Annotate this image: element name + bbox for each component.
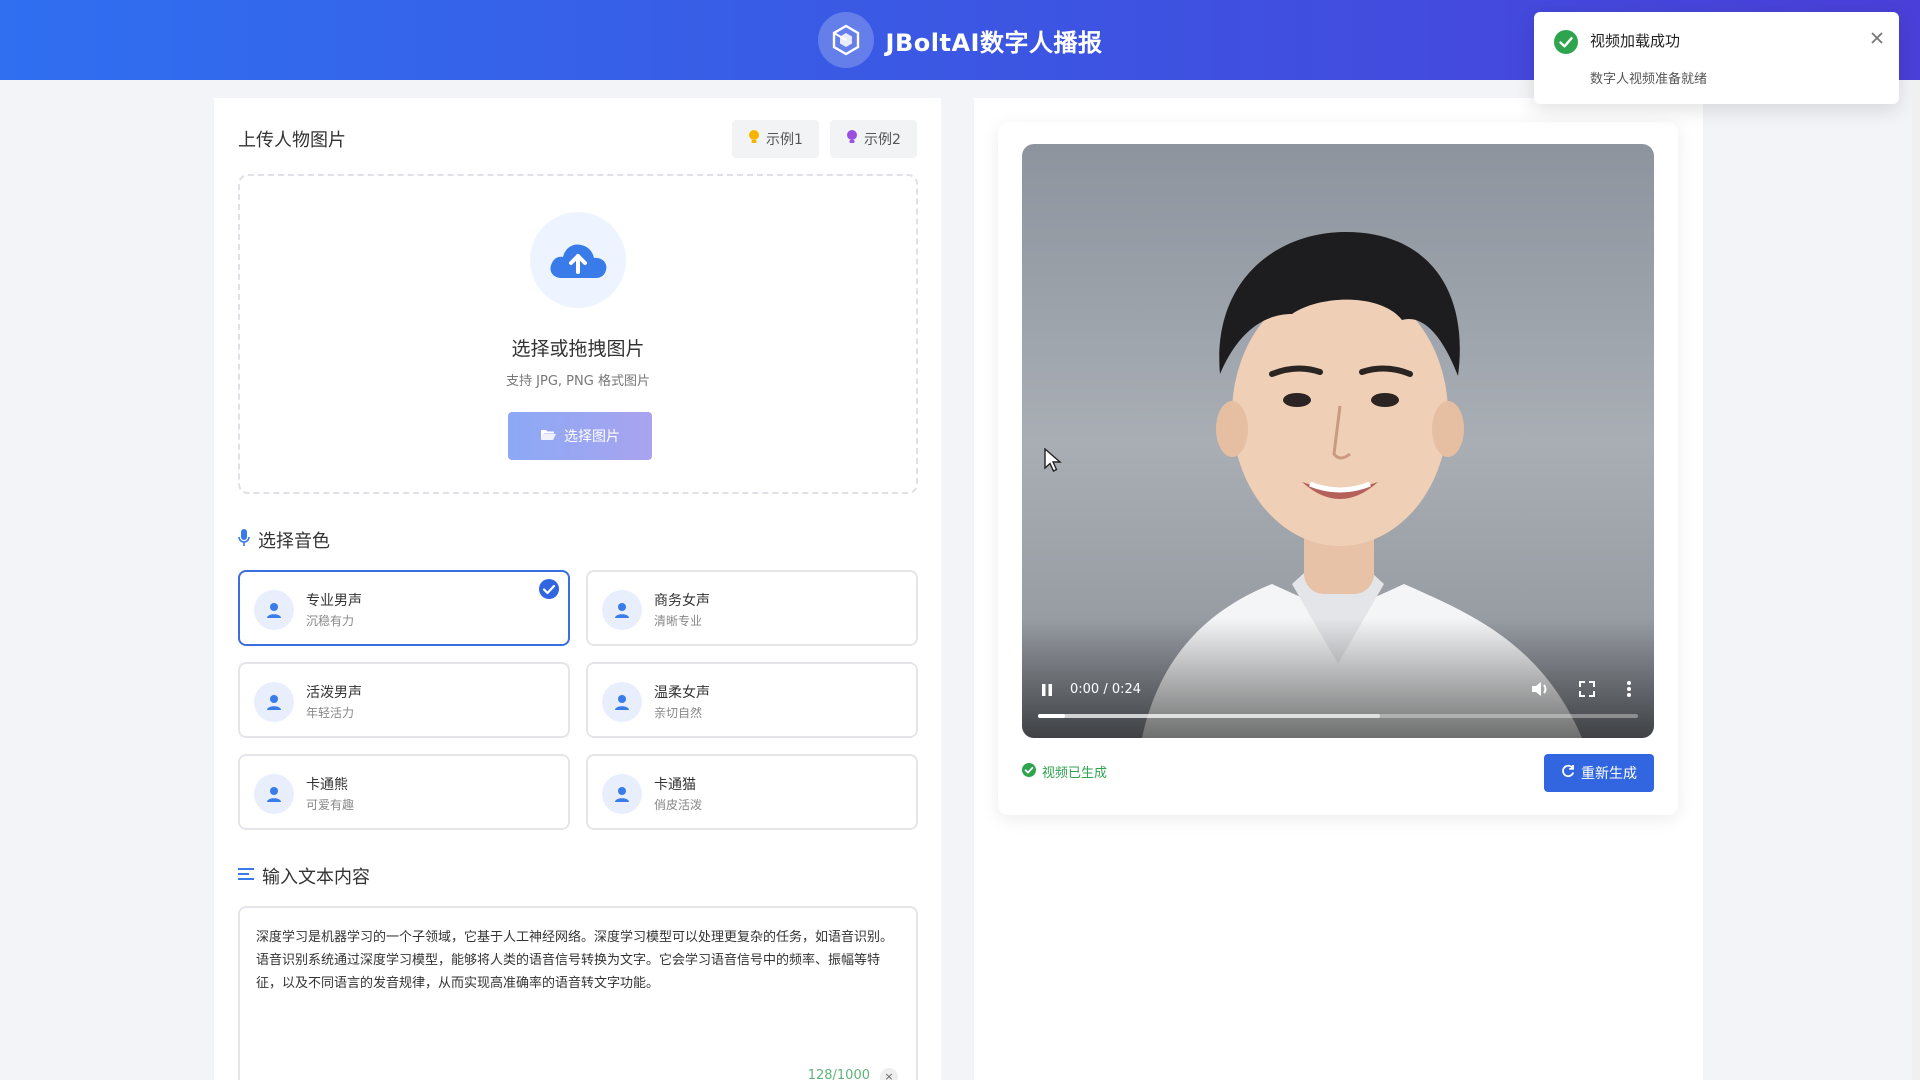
voice-desc: 可爱有趣 [306,798,355,812]
user-icon [254,590,294,630]
refresh-icon [1561,764,1575,782]
volume-icon[interactable] [1530,680,1550,702]
voice-name: 专业男声 [306,593,362,609]
dropzone-title: 选择或拖拽图片 [511,338,645,360]
status-text: 视频已生成 [1042,766,1108,781]
user-icon [602,774,642,814]
voice-desc: 亲切自然 [654,706,703,720]
voice-name: 卡通熊 [306,777,348,793]
video-player[interactable]: 0:00 / 0:24 [1022,144,1654,738]
example2-label: 示例2 [864,132,901,148]
voice-section-title: 选择音色 [238,527,330,553]
broadcast-text-area[interactable]: 深度学习是机器学习的一个子领域，它基于人工神经网络。深度学习模型可以处理更复杂的… [238,906,918,1080]
video-buffer-bar [1038,714,1380,718]
cube-logo-icon [817,12,874,68]
voice-option-lively-male[interactable]: 活泼男声 年轻活力 [238,662,570,738]
user-icon [254,774,294,814]
lightbulb-icon [748,129,760,149]
voice-option-cartoon-cat[interactable]: 卡通猫 俏皮活泼 [586,754,918,830]
cloud-upload-icon [530,212,626,308]
user-icon [602,682,642,722]
check-circle-icon [1022,762,1036,781]
page-scrollbar[interactable] [1912,80,1920,1080]
check-circle-icon [1554,30,1578,54]
brand: JBoltAI数字人播报 [817,12,1103,68]
example1-label: 示例1 [766,132,803,148]
controls-overlay [1022,618,1654,738]
voice-option-gentle-female[interactable]: 温柔女声 亲切自然 [586,662,918,738]
video-time: 0:00 / 0:24 [1070,682,1142,697]
align-left-icon [238,866,254,887]
voice-option-professional-male[interactable]: 专业男声 沉稳有力 [238,570,570,646]
voice-name: 商务女声 [654,593,710,609]
regenerate-button[interactable]: 重新生成 [1544,754,1654,792]
app-title: JBoltAI数字人播报 [885,28,1103,57]
select-image-button[interactable]: 选择图片 [508,412,652,460]
more-vertical-icon[interactable] [1626,680,1632,702]
mouse-cursor [1044,447,1062,474]
voice-desc: 清晰专业 [654,614,703,628]
broadcast-text: 深度学习是机器学习的一个子领域，它基于人工神经网络。深度学习模型可以处理更复杂的… [256,930,894,991]
video-card: 0:00 / 0:24 [998,122,1678,815]
microphone-icon [238,528,250,553]
text-section-label: 输入文本内容 [262,867,370,888]
example1-button[interactable]: 示例1 [732,120,819,158]
voice-option-cartoon-bear[interactable]: 卡通熊 可爱有趣 [238,754,570,830]
toast-notification: 视频加载成功 数字人视频准备就绪 [1534,12,1899,104]
video-progress-bar[interactable] [1038,714,1638,718]
text-section-title: 输入文本内容 [238,863,370,889]
status-badge: 视频已生成 [1022,762,1107,781]
voice-name: 温柔女声 [654,685,710,701]
toast-message: 数字人视频准备就绪 [1590,72,1708,87]
fullscreen-icon[interactable] [1578,680,1596,702]
toast-title: 视频加载成功 [1590,32,1681,50]
close-icon[interactable] [1867,28,1887,48]
video-played-bar [1038,714,1065,718]
user-icon [602,590,642,630]
clear-text-button[interactable]: × [880,1068,898,1080]
user-icon [254,682,294,722]
check-circle-icon [538,578,560,600]
regenerate-label: 重新生成 [1581,766,1637,782]
char-count: 128/1000 [807,1068,870,1080]
voice-name: 活泼男声 [306,685,362,701]
upload-section-title: 上传人物图片 [238,126,346,152]
image-dropzone[interactable]: 选择或拖拽图片 支持 JPG, PNG 格式图片 选择图片 [238,174,918,494]
lightbulb-icon [846,129,858,149]
voice-desc: 年轻活力 [306,706,355,720]
folder-open-icon [540,428,556,445]
voice-section-label: 选择音色 [258,531,330,552]
pause-icon[interactable] [1040,682,1054,702]
dropzone-subtitle: 支持 JPG, PNG 格式图片 [506,374,650,389]
voice-name: 卡通猫 [654,777,696,793]
voice-desc: 俏皮活泼 [654,798,703,812]
upload-section-label: 上传人物图片 [238,130,346,151]
example2-button[interactable]: 示例2 [830,120,917,158]
select-image-label: 选择图片 [564,429,620,445]
voice-option-business-female[interactable]: 商务女声 清晰专业 [586,570,918,646]
voice-desc: 沉稳有力 [306,614,355,628]
